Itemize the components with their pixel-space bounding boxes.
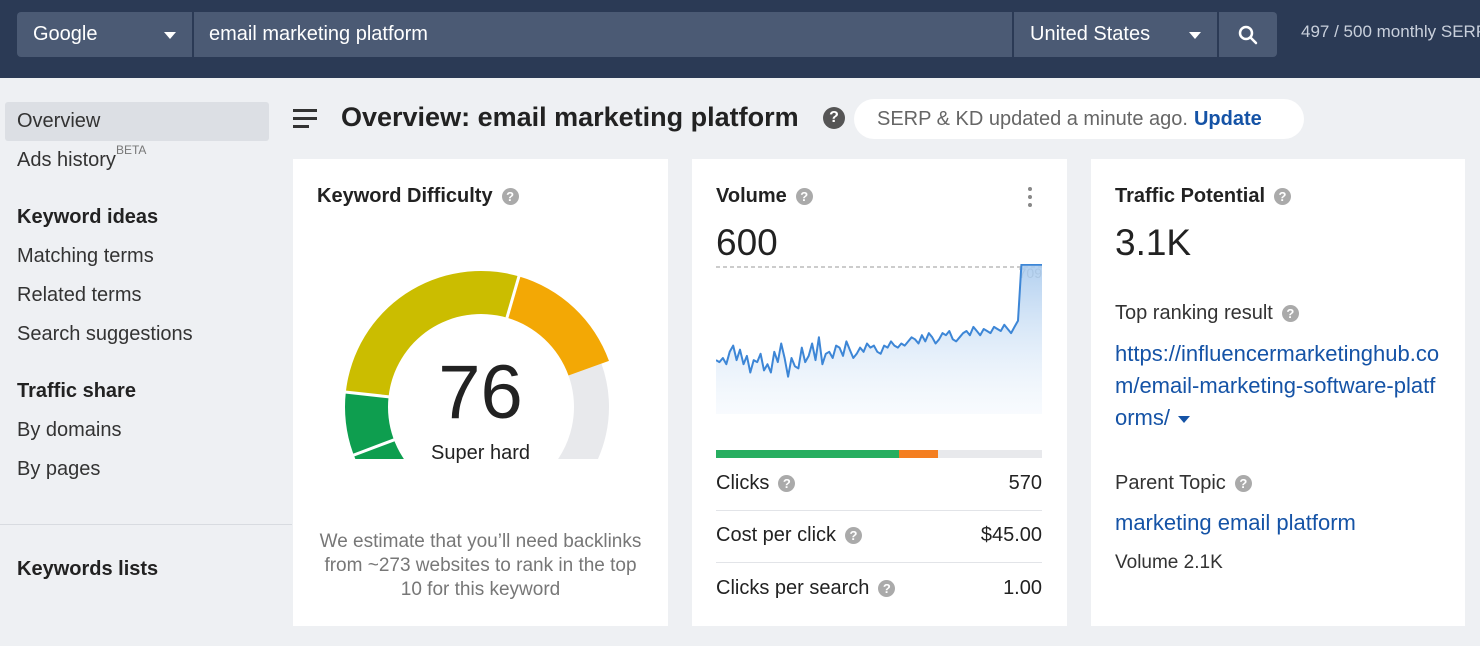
cpc-row: Cost per click? $45.00 <box>716 524 1042 547</box>
sidebar-item-matching-terms[interactable]: Matching terms <box>17 245 154 268</box>
top-ranking-result-url: https://influencermarketinghub.com/email… <box>1115 341 1440 430</box>
chevron-down-icon[interactable] <box>1178 415 1190 423</box>
help-icon[interactable]: ? <box>1234 475 1252 492</box>
traffic-potential-title: Traffic Potential ? <box>1115 185 1292 208</box>
help-icon[interactable]: ? <box>1274 188 1292 205</box>
country-value: United States <box>1030 23 1151 45</box>
top-bar: Google email marketing platform United S… <box>0 0 1480 78</box>
volume-history-chart: 709 <box>716 264 1042 414</box>
volume-title: Volume ? <box>716 185 813 208</box>
more-options-icon[interactable] <box>1028 187 1032 207</box>
help-icon[interactable]: ? <box>501 188 519 205</box>
chevron-down-icon <box>1189 32 1201 39</box>
no-clicks-bar <box>937 450 1042 458</box>
sidebar-item-by-pages[interactable]: By pages <box>17 458 100 481</box>
cps-value: 1.00 <box>1003 577 1042 599</box>
cps-row: Clicks per search? 1.00 <box>716 577 1042 600</box>
chevron-down-icon <box>164 32 176 39</box>
sidebar-item-overview[interactable]: Overview <box>17 110 100 133</box>
page-title: Overview: email marketing platform <box>341 102 799 132</box>
country-select[interactable]: United States <box>1014 12 1217 57</box>
parent-topic-link[interactable]: marketing email platform <box>1115 510 1356 536</box>
volume-value: 600 <box>716 222 778 263</box>
parent-topic-label: Parent Topic ? <box>1115 472 1252 495</box>
help-icon[interactable]: ? <box>878 580 896 597</box>
parent-topic-volume: Volume 2.1K <box>1115 552 1223 573</box>
search-engine-value: Google <box>33 23 98 45</box>
parent-topic-text: Parent Topic <box>1115 472 1226 494</box>
keyword-difficulty-title: Keyword Difficulty ? <box>317 185 519 208</box>
traffic-potential-card: Traffic Potential ? 3.1K Top ranking res… <box>1091 159 1465 626</box>
top-ranking-result-text: Top ranking result <box>1115 302 1273 324</box>
sidebar-item-related-terms[interactable]: Related terms <box>17 284 142 307</box>
menu-toggle-icon[interactable] <box>293 109 317 129</box>
keyword-difficulty-label: Super hard <box>431 442 530 464</box>
keyword-difficulty-title-text: Keyword Difficulty <box>317 185 493 207</box>
cpc-value: $45.00 <box>980 524 1042 546</box>
volume-title-text: Volume <box>716 185 787 207</box>
sidebar-item-keywords-lists[interactable]: Keywords lists <box>17 558 158 581</box>
clicks-value: 570 <box>1008 472 1042 494</box>
update-status-bar: SERP & KD updated a minute ago. Update <box>854 99 1304 139</box>
update-status-text: SERP & KD updated a minute ago. <box>877 107 1188 130</box>
keyword-difficulty-score: 76 <box>438 350 523 435</box>
help-icon[interactable]: ? <box>1281 305 1299 322</box>
serp-usage-counter: 497 / 500 monthly SERP <box>1301 22 1480 41</box>
sidebar-item-by-domains[interactable]: By domains <box>17 419 122 442</box>
sidebar-heading-traffic-share: Traffic share <box>17 380 136 402</box>
backlinks-estimate: We estimate that you’ll need backlinks f… <box>319 531 642 600</box>
help-icon[interactable]: ? <box>778 475 796 492</box>
chart-area <box>716 264 1042 414</box>
search-button[interactable] <box>1219 12 1277 57</box>
beta-badge: BETA <box>115 143 147 157</box>
clicks-label: Clicks <box>716 472 770 494</box>
sidebar-heading-keyword-ideas: Keyword ideas <box>17 206 159 228</box>
sidebar-item-search-suggestions[interactable]: Search suggestions <box>17 323 193 346</box>
sidebar: Overview Ads historyBETA Keyword ideas M… <box>0 78 292 646</box>
clicks-organic-bar <box>716 450 899 458</box>
clicks-row: Clicks? 570 <box>716 472 1042 495</box>
row-divider <box>716 510 1042 511</box>
help-icon[interactable]: ? <box>823 107 845 129</box>
sidebar-divider <box>0 524 292 525</box>
help-icon[interactable]: ? <box>845 527 863 544</box>
help-icon[interactable]: ? <box>795 188 813 205</box>
volume-card: Volume ? 600 709 Clicks? 570 Cost per cl… <box>692 159 1067 626</box>
traffic-potential-title-text: Traffic Potential <box>1115 185 1266 207</box>
search-icon <box>1238 25 1258 44</box>
update-link[interactable]: Update <box>1194 108 1262 131</box>
cps-label: Clicks per search <box>716 577 870 599</box>
clicks-paid-bar <box>898 450 938 458</box>
sidebar-item-label: Ads history <box>17 149 116 171</box>
search-engine-select[interactable]: Google <box>17 12 192 57</box>
keyword-difficulty-card: Keyword Difficulty ? 76 Super hard We es… <box>293 159 668 626</box>
top-ranking-result-link[interactable]: https://influencermarketinghub.com/email… <box>1115 338 1445 434</box>
sidebar-item-ads-history[interactable]: Ads historyBETA <box>17 143 146 172</box>
top-ranking-result-label: Top ranking result ? <box>1115 302 1299 325</box>
keyword-input-value: email marketing platform <box>209 23 428 45</box>
traffic-potential-value: 3.1K <box>1115 222 1192 263</box>
cpc-label: Cost per click <box>716 524 837 546</box>
keyword-input[interactable]: email marketing platform <box>194 12 1012 57</box>
row-divider <box>716 562 1042 563</box>
